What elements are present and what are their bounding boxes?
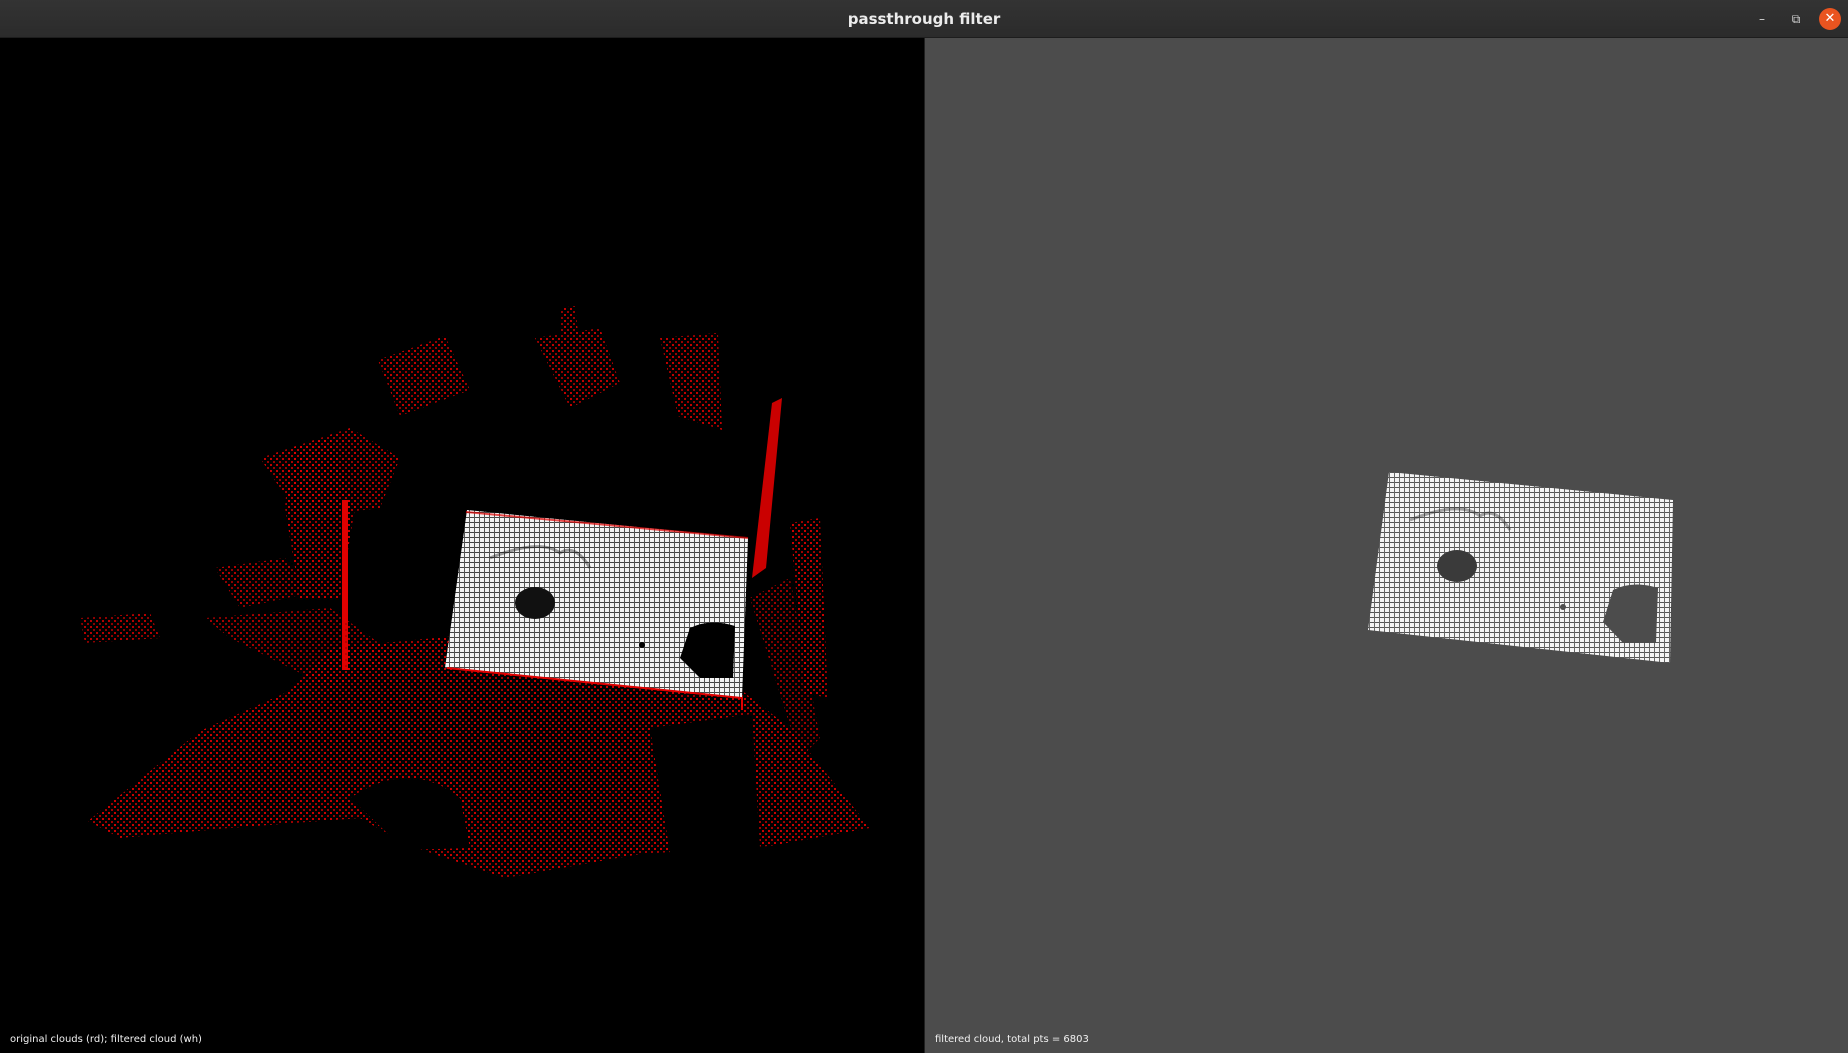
title-bar[interactable]: passthrough filter – ⧉ ✕ bbox=[0, 0, 1848, 38]
maximize-button[interactable]: ⧉ bbox=[1785, 8, 1807, 30]
left-viewport-label: original clouds (rd); filtered cloud (wh… bbox=[10, 1034, 202, 1045]
filtered-cloud-surface bbox=[1368, 472, 1673, 663]
window-title: passthrough filter bbox=[847, 10, 1001, 28]
filtered-cloud-tabletop bbox=[445, 510, 748, 698]
filtered-point-cloud-render bbox=[1368, 472, 1673, 663]
right-post-structure bbox=[750, 398, 828, 758]
app-window: passthrough filter – ⧉ ✕ original clouds… bbox=[0, 0, 1848, 1053]
right-viewport[interactable]: filtered cloud, total pts = 6803 bbox=[925, 38, 1848, 1053]
right-viewport-label: filtered cloud, total pts = 6803 bbox=[935, 1034, 1089, 1045]
left-viewport[interactable]: original clouds (rd); filtered cloud (wh… bbox=[0, 38, 925, 1053]
minimize-button[interactable]: – bbox=[1751, 8, 1773, 30]
close-button[interactable]: ✕ bbox=[1819, 8, 1841, 30]
original-point-cloud-render bbox=[80, 306, 870, 878]
